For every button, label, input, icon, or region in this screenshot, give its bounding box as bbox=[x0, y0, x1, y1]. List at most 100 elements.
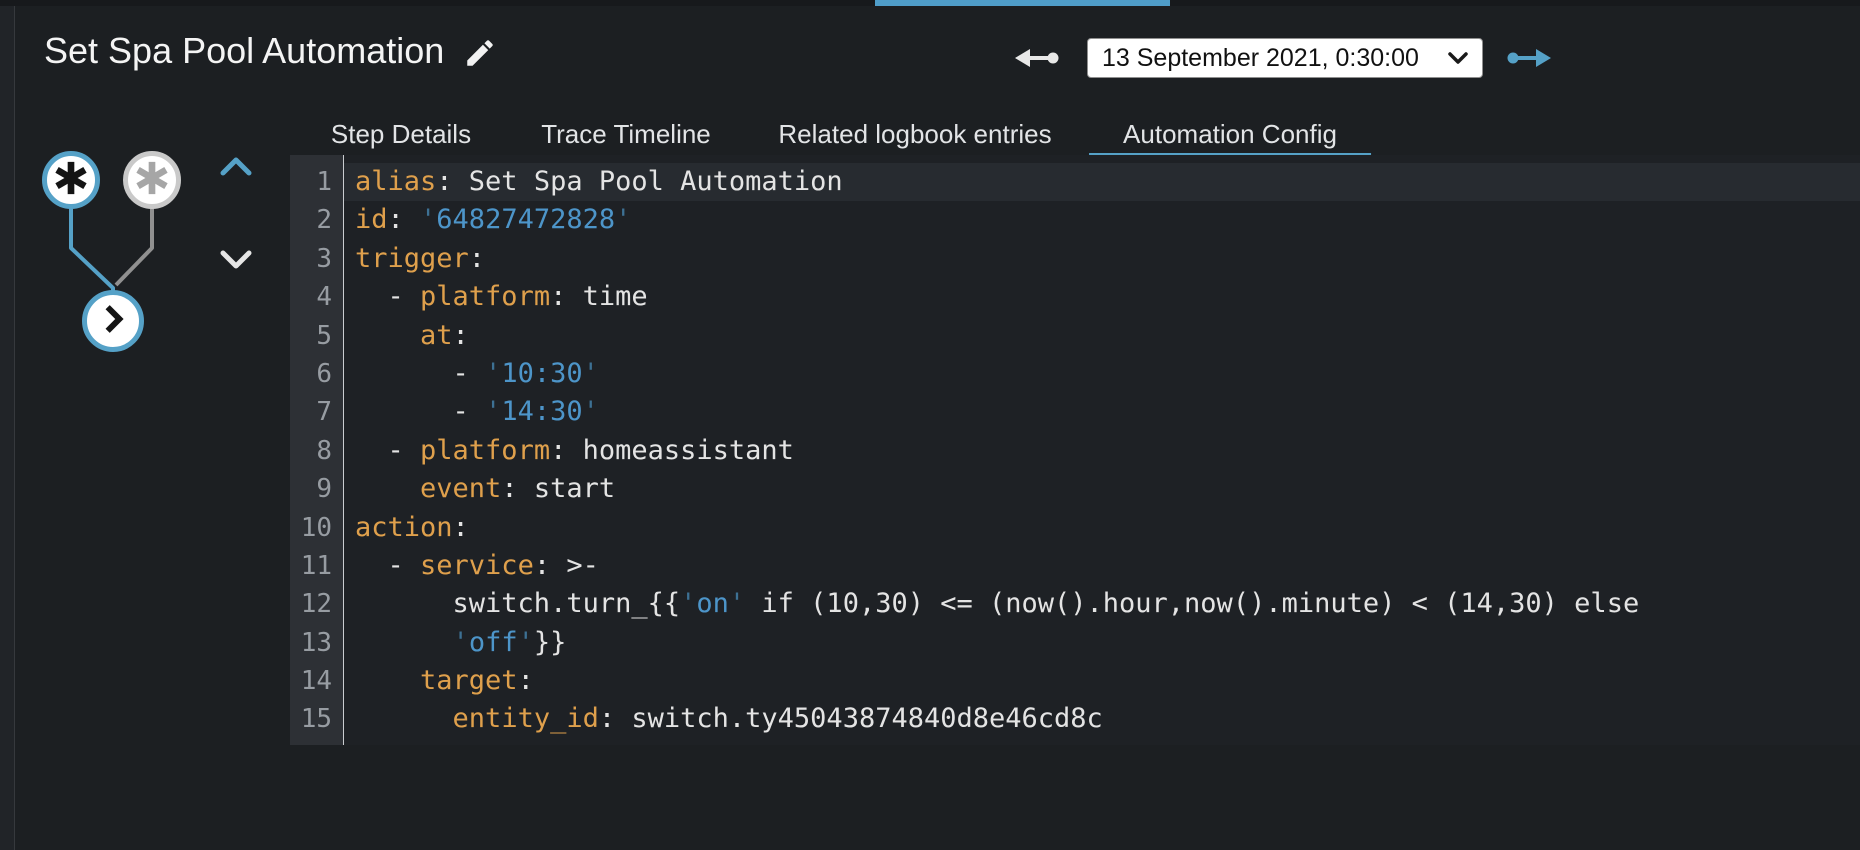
line-number: 9 bbox=[316, 474, 332, 505]
code-line[interactable]: switch.turn_{{'on' if (10,30) <= (now().… bbox=[344, 585, 1860, 623]
code-token: platform bbox=[420, 281, 551, 313]
line-number: 10 bbox=[300, 512, 332, 543]
code-token: ' bbox=[420, 204, 437, 236]
code-token: switch.turn_{{ bbox=[355, 588, 681, 620]
code-token: ' bbox=[728, 588, 746, 620]
code-line[interactable]: alias: Set Spa Pool Automation bbox=[344, 163, 1860, 202]
asterisk-icon bbox=[133, 159, 171, 202]
line-number: 13 bbox=[300, 627, 332, 658]
line-number: 12 bbox=[300, 589, 332, 620]
code-token: : homeassistant bbox=[550, 434, 794, 466]
code-line[interactable]: - '14:30' bbox=[344, 393, 1860, 431]
line-number: 1 bbox=[316, 167, 332, 197]
code-token: at bbox=[420, 319, 453, 351]
line-number: 3 bbox=[316, 243, 332, 274]
code-token: - bbox=[355, 396, 486, 428]
code-token: id bbox=[355, 204, 388, 236]
code-line[interactable]: id: '64827472828' bbox=[344, 201, 1860, 239]
action-node[interactable] bbox=[82, 290, 144, 352]
code-line[interactable]: target: bbox=[344, 662, 1860, 700]
code-line[interactable]: trigger: bbox=[344, 240, 1860, 278]
code-token: : bbox=[452, 511, 469, 543]
code-token: if (10,30) <= (now().hour,now().minute) … bbox=[745, 588, 1640, 620]
asterisk-icon bbox=[52, 159, 90, 202]
code-line[interactable]: - '10:30' bbox=[344, 355, 1860, 393]
graph-previous-node-button[interactable] bbox=[210, 147, 262, 187]
line-number: 6 bbox=[316, 358, 332, 389]
code-token: }} bbox=[533, 626, 567, 658]
trace-picker: 13 September 2021, 0:30:00 bbox=[1087, 38, 1483, 78]
code-token: ' bbox=[582, 357, 599, 389]
line-number: 11 bbox=[300, 550, 332, 581]
line-number: 4 bbox=[316, 282, 332, 313]
tab-automation-config[interactable]: Automation Config bbox=[1089, 112, 1371, 158]
code-token: ' bbox=[485, 357, 502, 389]
trigger-node-active[interactable] bbox=[42, 151, 100, 209]
code-token: platform bbox=[420, 434, 551, 466]
code-token: ' bbox=[452, 626, 469, 658]
code-token: : bbox=[517, 665, 534, 697]
code-token: target bbox=[420, 665, 518, 697]
code-token: ' bbox=[517, 626, 534, 658]
code-token: on bbox=[696, 588, 729, 620]
code-token: : bbox=[468, 242, 486, 274]
trigger-node-inactive[interactable] bbox=[123, 151, 181, 209]
code-token: : Set Spa Pool Automation bbox=[436, 166, 843, 197]
code-token: entity_id bbox=[452, 703, 599, 735]
code-line[interactable]: 'off'}} bbox=[344, 624, 1860, 662]
code-line[interactable]: action: bbox=[344, 509, 1860, 547]
code-line[interactable]: at: bbox=[344, 317, 1860, 355]
trace-select[interactable]: 13 September 2021, 0:30:00 bbox=[1087, 38, 1483, 78]
chevron-down-icon bbox=[216, 250, 256, 275]
code-token: service bbox=[420, 549, 534, 581]
code-token: - bbox=[355, 549, 421, 581]
line-number: 14 bbox=[300, 666, 332, 697]
graph-next-node-button[interactable] bbox=[210, 241, 262, 281]
code-token: : >- bbox=[533, 549, 599, 581]
code-line[interactable]: - platform: time bbox=[344, 278, 1860, 316]
code-token: - bbox=[355, 434, 421, 466]
yaml-editor[interactable]: 1 2 3 4 5 6 7 8 9 10 11 12 13 14 15 alias: Set Spa Poo… bbox=[290, 155, 1860, 745]
code-token: ' bbox=[582, 396, 599, 428]
code-token: alias bbox=[355, 166, 437, 197]
chevron-right-icon bbox=[100, 304, 126, 339]
code-line[interactable]: event: start bbox=[344, 470, 1860, 508]
code-token: 10:30 bbox=[501, 357, 583, 389]
newer-trace-button[interactable] bbox=[1504, 44, 1556, 74]
editor-gutter: 1 2 3 4 5 6 7 8 9 10 11 12 13 14 15 bbox=[290, 155, 344, 745]
line-number: 15 bbox=[300, 704, 332, 735]
line-number: 5 bbox=[316, 320, 332, 351]
ray-end-arrow-icon bbox=[1012, 49, 1060, 75]
tab-related-logbook-entries[interactable]: Related logbook entries bbox=[744, 112, 1085, 158]
graph-connector-lines bbox=[69, 207, 154, 292]
chevron-up-icon bbox=[216, 157, 256, 181]
code-token: - bbox=[355, 281, 421, 313]
code-line[interactable]: - platform: homeassistant bbox=[344, 432, 1860, 470]
code-token: - bbox=[355, 357, 486, 389]
edit-automation-button[interactable] bbox=[458, 32, 502, 76]
line-number: 7 bbox=[316, 397, 332, 428]
top-tab-indicator bbox=[875, 0, 1170, 6]
editor-code-area[interactable]: alias: Set Spa Pool Automation id: '64827… bbox=[344, 155, 1860, 745]
line-number: 2 bbox=[316, 205, 332, 236]
line-number: 8 bbox=[316, 435, 332, 466]
code-line[interactable]: entity_id: switch.ty45043874840d8e46cd8c bbox=[344, 700, 1860, 738]
code-token: : start bbox=[501, 473, 616, 505]
tab-trace-timeline[interactable]: Trace Timeline bbox=[507, 112, 745, 158]
tab-step-details[interactable]: Step Details bbox=[297, 112, 505, 158]
ray-start-arrow-icon bbox=[1506, 49, 1554, 75]
code-token: event bbox=[420, 473, 502, 505]
code-token: : bbox=[387, 204, 421, 236]
code-token: 64827472828 bbox=[436, 204, 616, 236]
older-trace-button[interactable] bbox=[1010, 44, 1062, 74]
automation-trace-screen: Set Spa Pool Automation 13 September 202… bbox=[0, 0, 1860, 850]
code-token: action bbox=[355, 511, 453, 543]
code-line[interactable]: - service: >- bbox=[344, 547, 1860, 585]
code-token: ' bbox=[680, 588, 697, 620]
code-token: 14:30 bbox=[501, 396, 583, 428]
pencil-icon bbox=[463, 39, 497, 73]
